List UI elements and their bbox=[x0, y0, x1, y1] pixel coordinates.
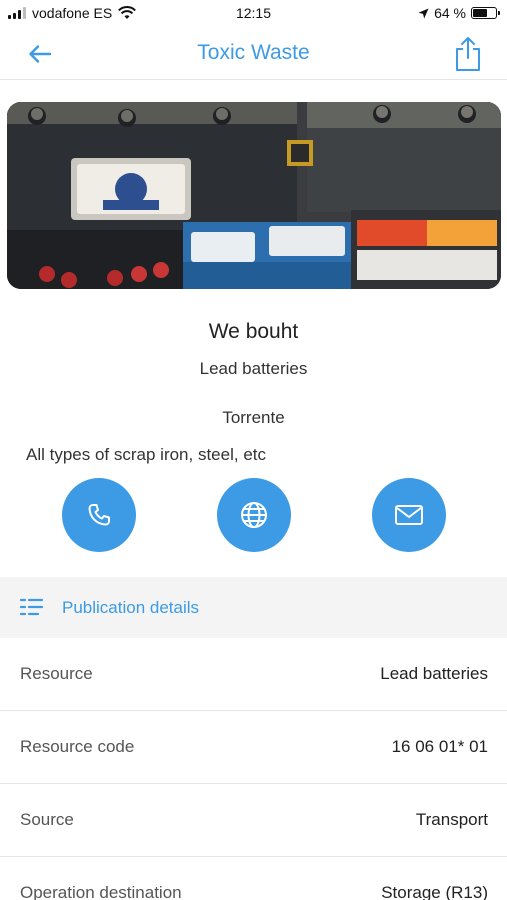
page-title: Toxic Waste bbox=[197, 41, 310, 64]
detail-label: Operation destination bbox=[20, 883, 182, 900]
detail-label: Resource code bbox=[20, 737, 135, 756]
globe-icon bbox=[241, 502, 267, 528]
list-icon bbox=[20, 598, 44, 616]
listing-city: Torrente bbox=[222, 408, 285, 427]
status-bar: vodafone ES 12:15 64 % bbox=[0, 0, 507, 28]
navigation-bar: Toxic Waste bbox=[0, 28, 507, 80]
location-arrow-icon bbox=[418, 8, 429, 18]
share-icon[interactable] bbox=[453, 36, 483, 72]
listing-title: We bouht bbox=[208, 320, 299, 343]
status-right: 64 % bbox=[418, 5, 500, 21]
email-button[interactable] bbox=[372, 478, 446, 552]
battery-icon bbox=[471, 7, 500, 19]
detail-value: 16 06 01* 01 bbox=[391, 737, 488, 756]
detail-label: Source bbox=[20, 810, 74, 829]
detail-row-resource: Resource Lead batteries bbox=[0, 638, 507, 711]
section-title: Publication details bbox=[62, 598, 200, 617]
battery-fill bbox=[473, 9, 488, 17]
detail-row-operation-destination: Operation destination Storage (R13) bbox=[0, 857, 507, 900]
detail-value: Lead batteries bbox=[380, 664, 488, 683]
detail-label: Resource bbox=[20, 664, 93, 683]
detail-row-source: Source Transport bbox=[0, 784, 507, 857]
battery-percent: 64 % bbox=[434, 5, 466, 21]
website-button[interactable] bbox=[217, 478, 291, 552]
detail-row-resource-code: Resource code 16 06 01* 01 bbox=[0, 711, 507, 784]
detail-value: Storage (R13) bbox=[381, 883, 488, 900]
listing-subtitle: Lead batteries bbox=[199, 359, 308, 378]
phone-icon bbox=[88, 504, 110, 526]
detail-value: Transport bbox=[415, 810, 488, 829]
publication-details-header[interactable]: Publication details bbox=[0, 577, 507, 638]
listing-photo bbox=[7, 102, 501, 289]
listing-description: All types of scrap iron, steel, etc bbox=[26, 445, 266, 464]
call-button[interactable] bbox=[62, 478, 136, 552]
mail-icon bbox=[395, 505, 423, 525]
batteries-photo bbox=[7, 102, 501, 289]
